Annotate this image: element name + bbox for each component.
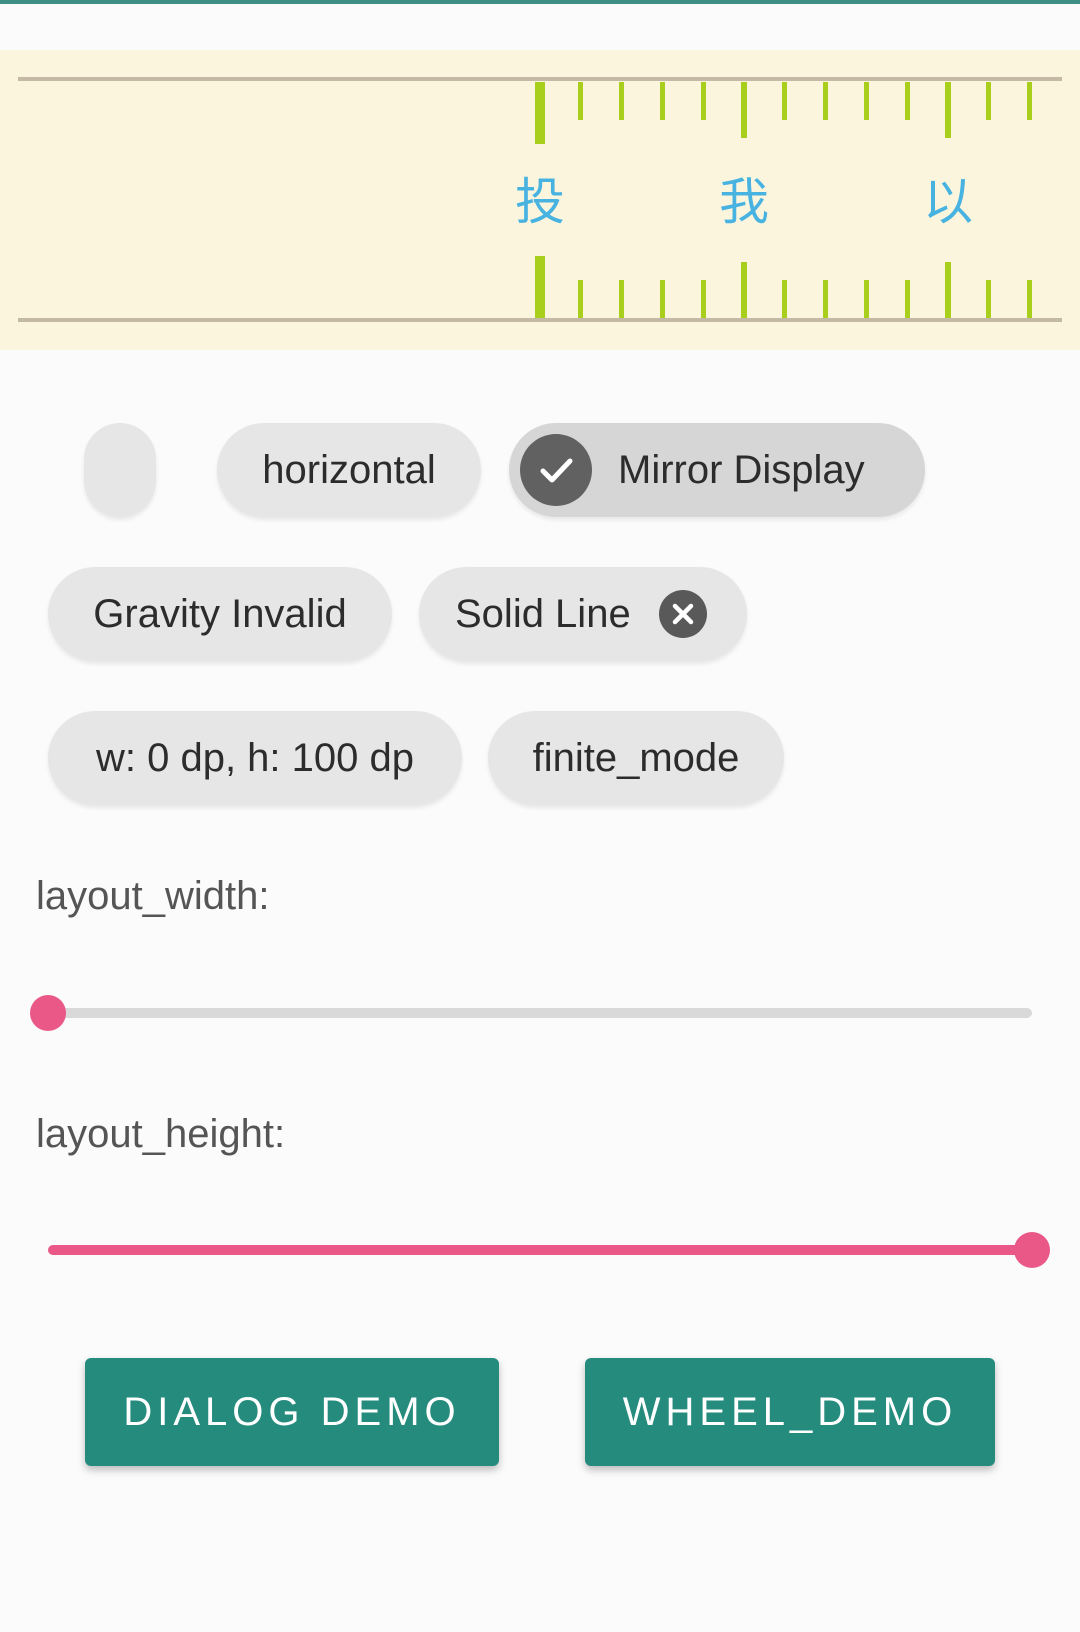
ruler-tick: [619, 82, 625, 120]
ruler-tick: [619, 280, 625, 318]
ruler-view[interactable]: 投 我 以: [0, 50, 1080, 350]
chip-size-label: w: 0 dp, h: 100 dp: [95, 735, 414, 780]
ruler-tick: [863, 82, 869, 120]
ruler-tick: [535, 82, 545, 144]
ruler-tick: [700, 280, 706, 318]
chip-mirror-display[interactable]: Mirror Display: [509, 423, 925, 517]
chip-gravity-invalid-label: Gravity Invalid: [93, 591, 347, 636]
ruler-label: 我: [719, 173, 769, 231]
ruler-tick: [741, 82, 747, 138]
dialog-demo-button[interactable]: DIALOG DEMO: [85, 1358, 499, 1466]
chip-mirror-display-label: Mirror Display: [618, 447, 865, 492]
ruler-tick: [986, 280, 992, 318]
ruler-tick: [945, 82, 951, 138]
ruler-tick: [782, 280, 788, 318]
ruler-tick: [1027, 82, 1033, 120]
layout-width-label: layout_width:: [36, 874, 270, 918]
ruler-tick: [1027, 280, 1033, 318]
close-icon[interactable]: [658, 590, 707, 638]
wheel-demo-button[interactable]: WHEEL_DEMO: [585, 1358, 995, 1466]
ruler-tick: [863, 280, 869, 318]
chip-empty[interactable]: [84, 423, 156, 517]
slider-track: [48, 1008, 1032, 1018]
ruler-tick: [741, 262, 747, 318]
chip-horizontal-label: horizontal: [262, 447, 436, 492]
check-icon: [520, 434, 592, 506]
chip-finite-mode-label: finite_mode: [532, 735, 740, 780]
ruler-tick: [904, 82, 910, 120]
ruler-tick: [700, 82, 706, 120]
ruler-tick: [904, 280, 910, 318]
ruler-tick: [945, 262, 951, 318]
chip-solid-line-label: Solid Line: [455, 591, 631, 636]
ruler-tick: [782, 82, 788, 120]
ruler-tick: [823, 280, 829, 318]
ruler-tick: [823, 82, 829, 120]
chip-horizontal[interactable]: horizontal: [217, 423, 481, 517]
ruler-tick: [986, 82, 992, 120]
chip-size[interactable]: w: 0 dp, h: 100 dp: [48, 711, 462, 805]
slider-thumb[interactable]: [1014, 1232, 1050, 1268]
chip-solid-line[interactable]: Solid Line: [419, 567, 747, 661]
ruler-label: 以: [923, 173, 973, 231]
ruler-tick: [535, 256, 545, 318]
ruler-tick: [578, 280, 584, 318]
status-bar-edge: [0, 0, 1080, 4]
ruler-label: 投: [515, 173, 565, 231]
ruler-tick: [659, 82, 665, 120]
slider-thumb[interactable]: [30, 995, 66, 1031]
chip-gravity-invalid[interactable]: Gravity Invalid: [48, 567, 392, 661]
chip-finite-mode[interactable]: finite_mode: [488, 711, 784, 805]
ruler-tick: [659, 280, 665, 318]
layout-height-label: layout_height:: [36, 1112, 286, 1156]
slider-fill: [48, 1245, 1032, 1255]
ruler-tick: [578, 82, 584, 120]
